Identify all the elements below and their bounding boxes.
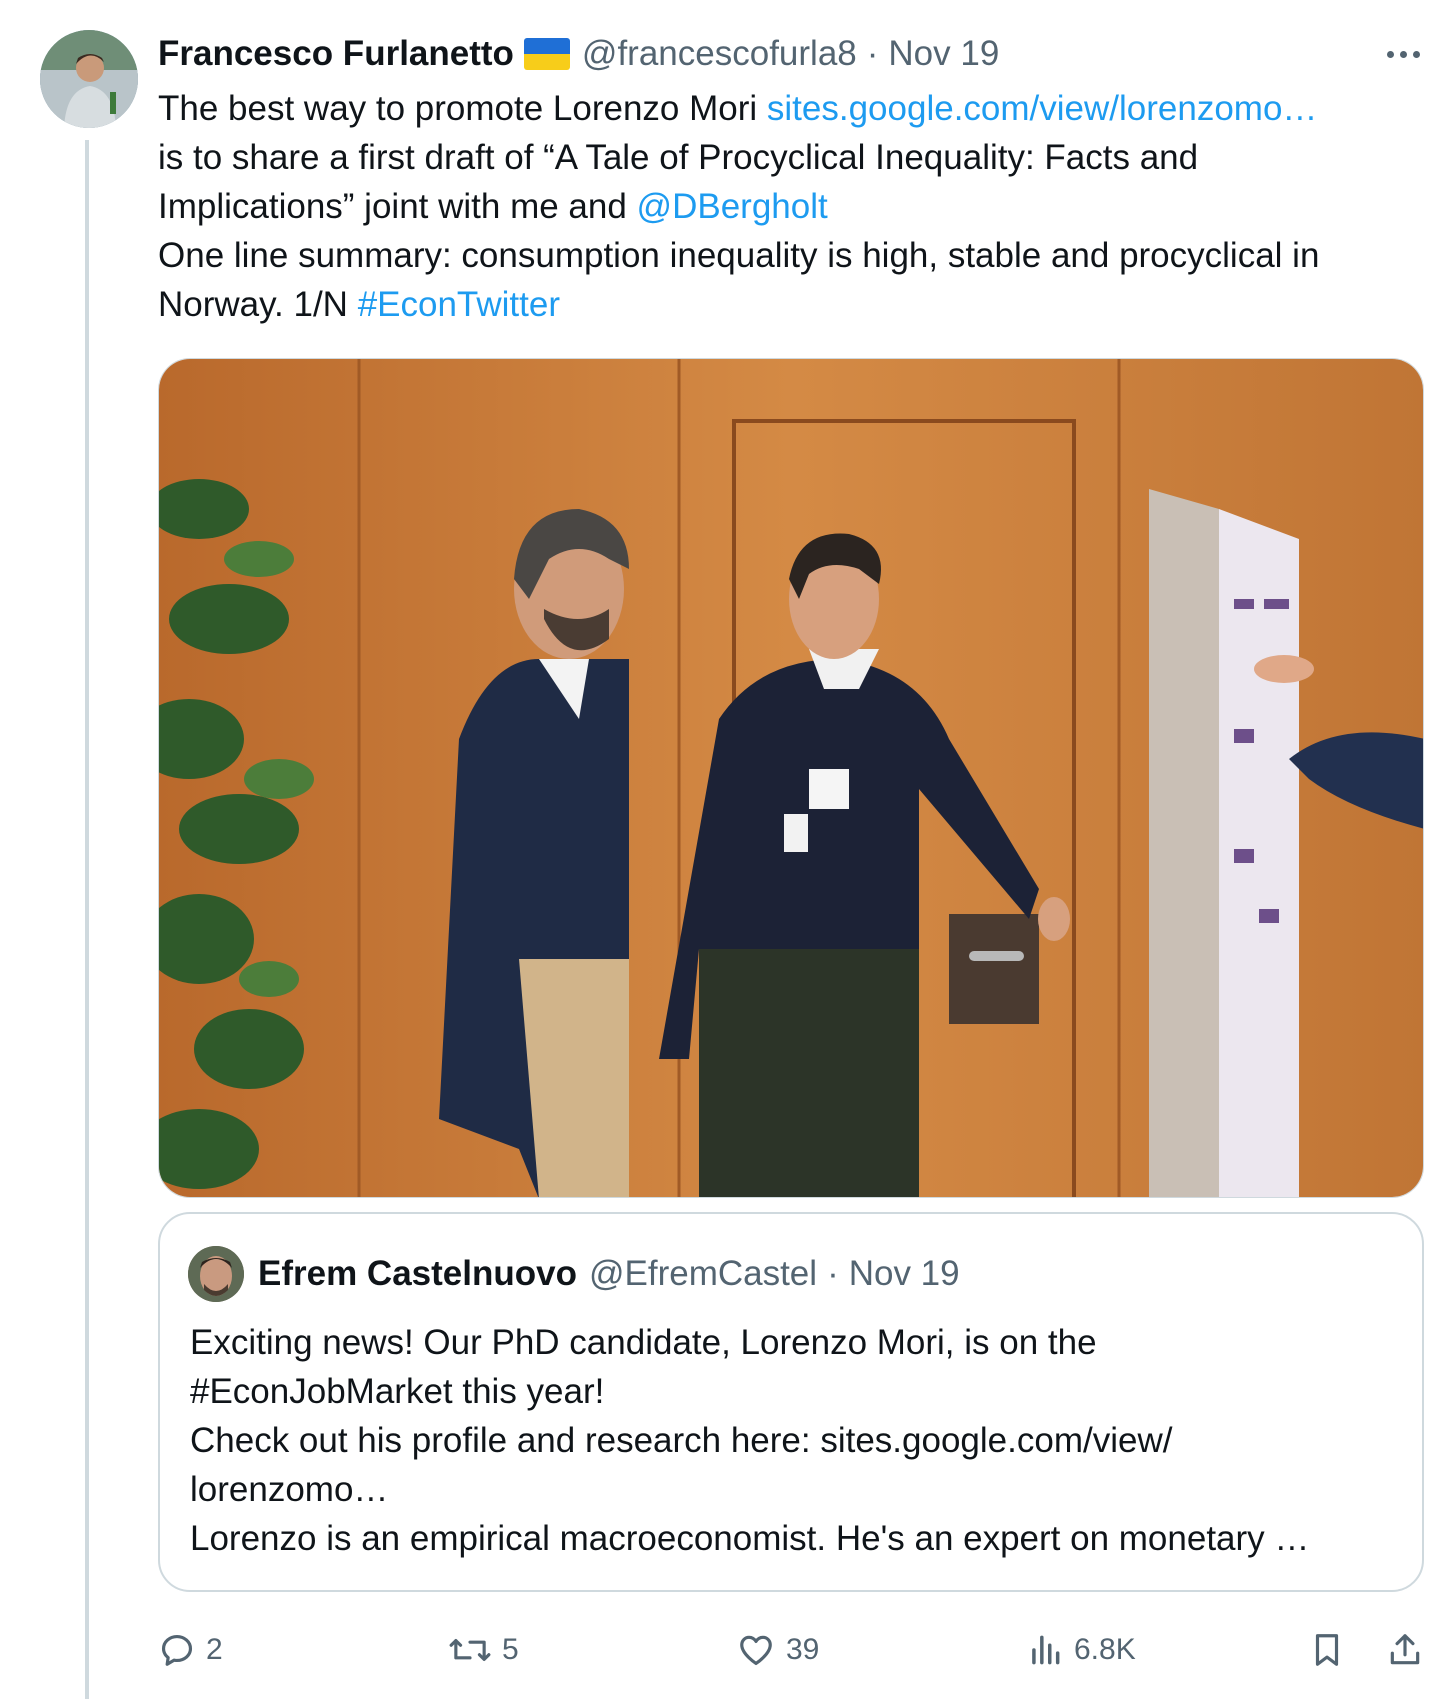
tweet-text-line: One line summary: consumption inequality…	[158, 236, 1320, 275]
quoted-text-line: Exciting news! Our PhD candidate, Lorenz…	[190, 1323, 1097, 1362]
views-count: 6.8K	[1074, 1633, 1136, 1666]
quoted-text-line: lorenzomo…	[190, 1470, 389, 1509]
quoted-tweet-header: Efrem Castelnuovo @EfremCastel · Nov 19	[188, 1244, 960, 1304]
retweet-count: 5	[502, 1633, 519, 1666]
thread-line	[85, 140, 89, 1699]
tweet-date[interactable]: Nov 19	[888, 34, 999, 74]
retweet-icon	[449, 1638, 491, 1661]
tweet-text-line: is to share a first draft of “A Tale of …	[158, 138, 1199, 177]
retweet-button[interactable]: 5	[448, 1620, 519, 1680]
tweet-photo[interactable]	[158, 358, 1424, 1198]
bookmark-button[interactable]	[1308, 1620, 1356, 1680]
views-icon	[1032, 1635, 1060, 1665]
author-name[interactable]: Francesco Furlanetto	[158, 34, 514, 74]
website-link[interactable]: sites.google.com/view/lorenzomo…	[767, 89, 1318, 128]
ukraine-flag-icon	[523, 38, 570, 70]
mention-link[interactable]: @DBergholt	[637, 187, 828, 226]
quoted-text-line: Lorenzo is an empirical macroeconomist. …	[190, 1519, 1310, 1558]
author-handle[interactable]: @francescofurla8	[582, 34, 857, 74]
quoted-tweet-text: Exciting news! Our PhD candidate, Lorenz…	[190, 1318, 1400, 1563]
tweet-text-part: Implications” joint with me and	[158, 187, 637, 226]
tweet-text-part: The best way to promote Lorenzo Mori	[158, 89, 767, 128]
share-icon	[1390, 1634, 1420, 1665]
views-button[interactable]: 6.8K	[1026, 1620, 1136, 1680]
more-icon[interactable]	[1376, 34, 1430, 74]
quoted-separator: ·	[827, 1254, 839, 1293]
share-button[interactable]	[1386, 1620, 1434, 1680]
like-button[interactable]: 39	[736, 1620, 819, 1680]
action-bar: 2 5 39 6.8K	[158, 1620, 1428, 1680]
author-avatar[interactable]	[40, 30, 138, 128]
reply-button[interactable]: 2	[158, 1620, 223, 1680]
reply-icon	[161, 1634, 193, 1666]
hashtag-link[interactable]: #EconTwitter	[358, 285, 560, 324]
quoted-author-name: Efrem Castelnuovo	[258, 1254, 577, 1293]
quoted-text-line: #EconJobMarket this year!	[190, 1372, 605, 1411]
like-icon	[740, 1635, 772, 1666]
header-separator: ·	[866, 34, 879, 73]
like-count: 39	[786, 1633, 820, 1666]
quoted-author-avatar	[188, 1246, 244, 1302]
bookmark-icon	[1315, 1634, 1339, 1666]
quoted-tweet[interactable]: Efrem Castelnuovo @EfremCastel · Nov 19 …	[158, 1212, 1424, 1592]
quoted-date: Nov 19	[848, 1254, 960, 1293]
tweet-text-part: Norway. 1/N	[158, 285, 358, 324]
tweet-header: Francesco Furlanetto @francescofurla8 · …	[158, 30, 999, 78]
tweet-text: The best way to promote Lorenzo Mori sit…	[158, 84, 1438, 329]
reply-count: 2	[206, 1633, 223, 1666]
quoted-text-line: Check out his profile and research here:…	[190, 1421, 1173, 1460]
quoted-author-handle: @EfremCastel	[588, 1254, 818, 1293]
